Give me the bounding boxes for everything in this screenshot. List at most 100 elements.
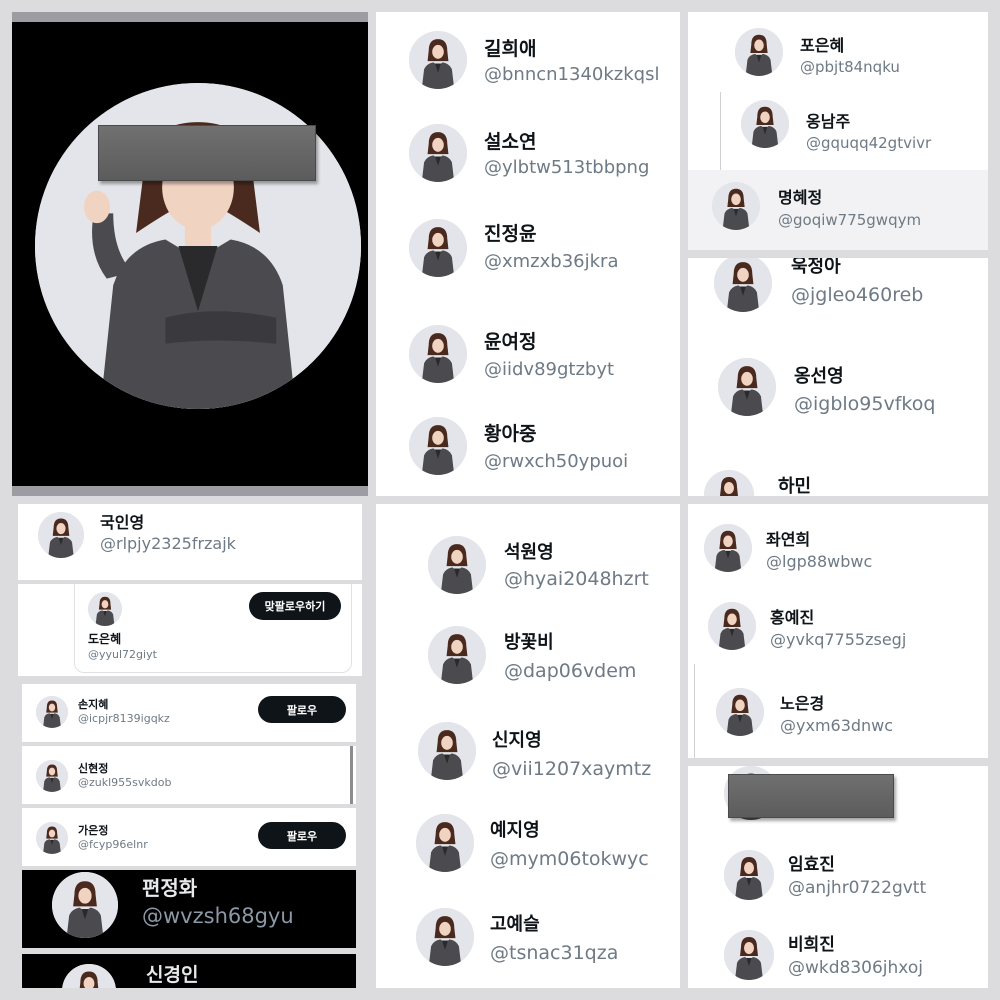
avatar — [428, 536, 486, 594]
avatar — [418, 722, 476, 780]
list-item[interactable]: 예지영 @mym06tokwyc — [376, 804, 680, 896]
list-item[interactable]: 노은경 @yxm63dnwc — [688, 664, 988, 758]
scrollbar[interactable] — [350, 746, 353, 804]
profile-handle: @gquqq42gtvivr — [806, 134, 932, 152]
follower-list-panel-7: 좌연희 @lgp88wbwc 홍예진 @yvkq7755zsegj 노은경 @y… — [688, 504, 988, 758]
list-item[interactable]: 옹남주 @gquqq42gtvivr — [688, 92, 988, 172]
list-item[interactable]: 윤여정 @iidv89gtzbyt — [376, 315, 680, 405]
profile-name: 고예슬 — [490, 914, 540, 935]
woman-avatar-icon — [416, 908, 474, 966]
follow-button[interactable]: 팔로우 — [258, 696, 346, 723]
avatar — [704, 470, 754, 496]
woman-avatar-icon — [36, 696, 68, 728]
woman-avatar-icon — [714, 258, 772, 312]
list-item[interactable]: 국인영 @rlpjy2325frzajk — [18, 504, 362, 580]
woman-avatar-icon — [409, 219, 467, 277]
list-item-dark[interactable]: 편정화 @wvzsh68gyu — [22, 870, 356, 948]
profile-handle: @yxm63dnwc — [780, 716, 894, 735]
profile-handle: @rwxch50ypuoi — [484, 451, 629, 472]
follower-list-panel-8: 임효진 @anjhr0722gvtt 비희진 @wkd8306jhxoj — [688, 766, 988, 988]
woman-avatar-icon — [36, 760, 68, 792]
woman-avatar-icon — [704, 470, 754, 496]
list-item[interactable]: 석원영 @hyai2048hzrt — [376, 504, 680, 596]
profile-handle: @wkd8306jhxoj — [788, 958, 923, 978]
avatar — [724, 850, 774, 900]
profile-handle: @rlpjy2325frzajk — [100, 534, 236, 553]
profile-name: 길희애 — [484, 38, 537, 60]
list-item[interactable]: 하민 — [688, 458, 988, 496]
list-item[interactable]: 진정윤 @xmzxb36jkra — [376, 207, 680, 307]
avatar — [714, 258, 772, 312]
follow-button[interactable]: 팔로우 — [258, 822, 346, 849]
list-item[interactable]: 좌연희 @lgp88wbwc — [688, 504, 988, 588]
woman-avatar-icon — [38, 512, 84, 558]
avatar — [409, 219, 467, 277]
woman-avatar-icon — [716, 688, 764, 736]
avatar — [88, 592, 122, 626]
profile-handle: @zukl955svkdob — [78, 776, 172, 789]
profile-handle: @yyul72giyt — [88, 648, 157, 661]
profile-handle: @wvzsh68gyu — [142, 904, 294, 928]
avatar — [416, 908, 474, 966]
follower-list-panel-6: 석원영 @hyai2048hzrt 방꽃비 @dap06vdem 신지영 @vi… — [376, 504, 680, 988]
list-item[interactable]: 신현정 @zukl955svkdob — [22, 746, 356, 804]
list-item-highlighted[interactable]: 명혜정 @goqiw775gwqym — [688, 170, 988, 250]
woman-avatar-icon — [62, 964, 116, 988]
avatar — [36, 760, 68, 792]
profile-name: 방꽃비 — [504, 632, 554, 653]
woman-avatar-icon — [718, 358, 776, 416]
avatar — [52, 872, 118, 938]
list-item[interactable]: 옹선영 @igblo95vfkoq — [688, 348, 988, 438]
avatar — [712, 182, 760, 230]
list-item[interactable]: 황아중 @rwxch50ypuoi — [376, 407, 680, 496]
list-item[interactable]: 포은혜 @pbjt84nqku — [688, 12, 988, 92]
woman-avatar-icon — [88, 592, 122, 626]
avatar — [735, 28, 783, 76]
profile-name: 옹선영 — [794, 366, 844, 387]
list-item[interactable]: 임효진 @anjhr0722gvtt — [688, 838, 988, 914]
profile-handle: @igblo95vfkoq — [794, 393, 936, 415]
list-item[interactable]: 욱정아 @jgleo460reb — [688, 258, 988, 338]
profile-name: 예지영 — [490, 820, 540, 841]
avatar — [36, 822, 68, 854]
profile-name: 옹남주 — [806, 112, 851, 131]
avatar — [416, 814, 474, 872]
woman-avatar-icon — [409, 417, 467, 475]
list-item[interactable]: 홍예진 @yvkq7755zsegj — [688, 588, 988, 664]
profile-handle: @pbjt84nqku — [800, 58, 900, 76]
profile-name: 노은경 — [780, 694, 825, 713]
follower-list-panel-3: 포은혜 @pbjt84nqku 옹남주 @gquqq42gtvivr 명혜정 @… — [688, 12, 988, 250]
list-item[interactable]: 손지혜 @icpjr8139igqkz 팔로우 — [22, 684, 356, 742]
profile-handle: @hyai2048hzrt — [504, 568, 649, 590]
woman-avatar-icon — [36, 822, 68, 854]
avatar — [741, 100, 789, 148]
avatar — [704, 524, 752, 572]
profile-name: 국인영 — [100, 513, 145, 532]
profile-name: 편정화 — [142, 876, 198, 900]
profile-handle: @tsnac31qza — [490, 942, 619, 964]
list-item-dark[interactable]: 신경인 — [22, 954, 356, 988]
profile-handle: @ylbtw513tbbpng — [484, 157, 650, 178]
list-item[interactable]: 가은정 @fcyp96elnr 팔로우 — [22, 808, 356, 866]
avatar — [38, 512, 84, 558]
thread-line — [694, 664, 695, 758]
profile-handle: @goqiw775gwqym — [778, 211, 922, 229]
woman-avatar-icon — [724, 930, 774, 980]
list-item[interactable]: 길희애 @bnncn1340kzkqsl — [376, 12, 680, 112]
list-item[interactable]: 신지영 @vii1207xaymtz — [376, 708, 680, 800]
profile-name: 신경인 — [146, 964, 199, 986]
avatar — [36, 696, 68, 728]
avatar — [716, 688, 764, 736]
bottom-gray-strip — [12, 486, 368, 496]
list-item[interactable]: 방꽃비 @dap06vdem — [376, 612, 680, 704]
follow-card[interactable]: 맞팔로우하기 도은혜 @yyul72giyt — [18, 584, 362, 676]
woman-avatar-icon — [712, 182, 760, 230]
list-item[interactable]: 설소연 @ylbtw513tbbpng — [376, 112, 680, 212]
avatar — [428, 626, 486, 684]
profile-name: 명혜정 — [778, 188, 823, 207]
avatar — [718, 358, 776, 416]
follow-back-button[interactable]: 맞팔로우하기 — [249, 592, 341, 620]
list-item[interactable]: 고예슬 @tsnac31qza — [376, 900, 680, 988]
list-item[interactable]: 비희진 @wkd8306jhxoj — [688, 918, 988, 988]
thread-line — [720, 92, 721, 172]
